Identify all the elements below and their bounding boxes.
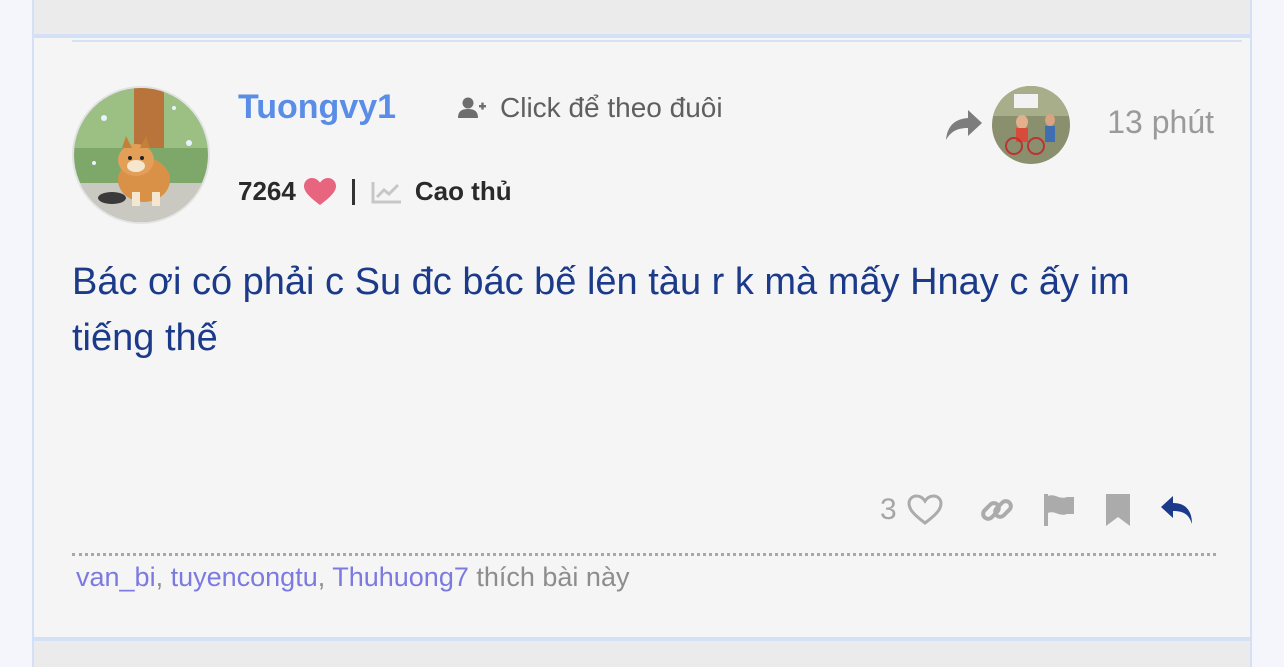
liker-link[interactable]: van_bi [76,562,156,592]
post-content: Bác ơi có phải c Su đc bác bế lên tàu r … [72,261,1130,359]
share-arrow-icon[interactable] [944,108,984,144]
like-count: 3 [880,493,897,526]
avatar[interactable] [72,86,210,224]
reply-icon [1160,496,1192,524]
shared-user-avatar[interactable] [992,86,1070,164]
likers-separator: , [155,562,171,592]
heart-outline-icon [907,494,943,525]
user-plus-icon [458,97,486,118]
next-post-card [32,639,1252,667]
post-actions: 3 [880,492,1195,528]
chart-line-icon [371,181,401,203]
follow-button[interactable]: Click để theo đuôi [458,92,723,124]
bookmark-button[interactable] [1103,492,1133,528]
shared-user-image [992,86,1070,164]
likes-suffix: thích bài này [468,562,630,592]
points-count: 7264 [238,176,296,206]
follow-label: Click để theo đuôi [500,92,723,123]
previous-post-card [32,0,1252,36]
link-button[interactable] [979,492,1015,528]
heart-icon [303,177,336,205]
user-stats: 7264 Cao thủ [238,176,512,207]
liker-link[interactable]: Thuhuong7 [332,562,469,592]
divider [72,40,1242,42]
stats-separator [351,178,355,205]
post-time: 13 phút [1107,104,1214,140]
dotted-divider [72,553,1216,556]
link-icon [980,499,1013,521]
flag-icon [1043,494,1074,526]
reply-button[interactable] [1159,494,1195,526]
avatar-image [74,88,208,222]
likers-separator: , [317,562,333,592]
like-button[interactable] [907,494,943,526]
bookmark-icon [1105,494,1130,526]
username-link[interactable]: Tuongvy1 [238,88,396,127]
rank-label: Cao thủ [414,176,512,206]
post-card: Tuongvy1 Click để theo đuôi 7264 Cao thủ [32,36,1252,639]
liker-link[interactable]: tuyencongtu [171,562,318,592]
likers-line: van_bi, tuyencongtu, Thuhuong7 thích bài… [76,562,629,593]
flag-button[interactable] [1041,492,1077,528]
